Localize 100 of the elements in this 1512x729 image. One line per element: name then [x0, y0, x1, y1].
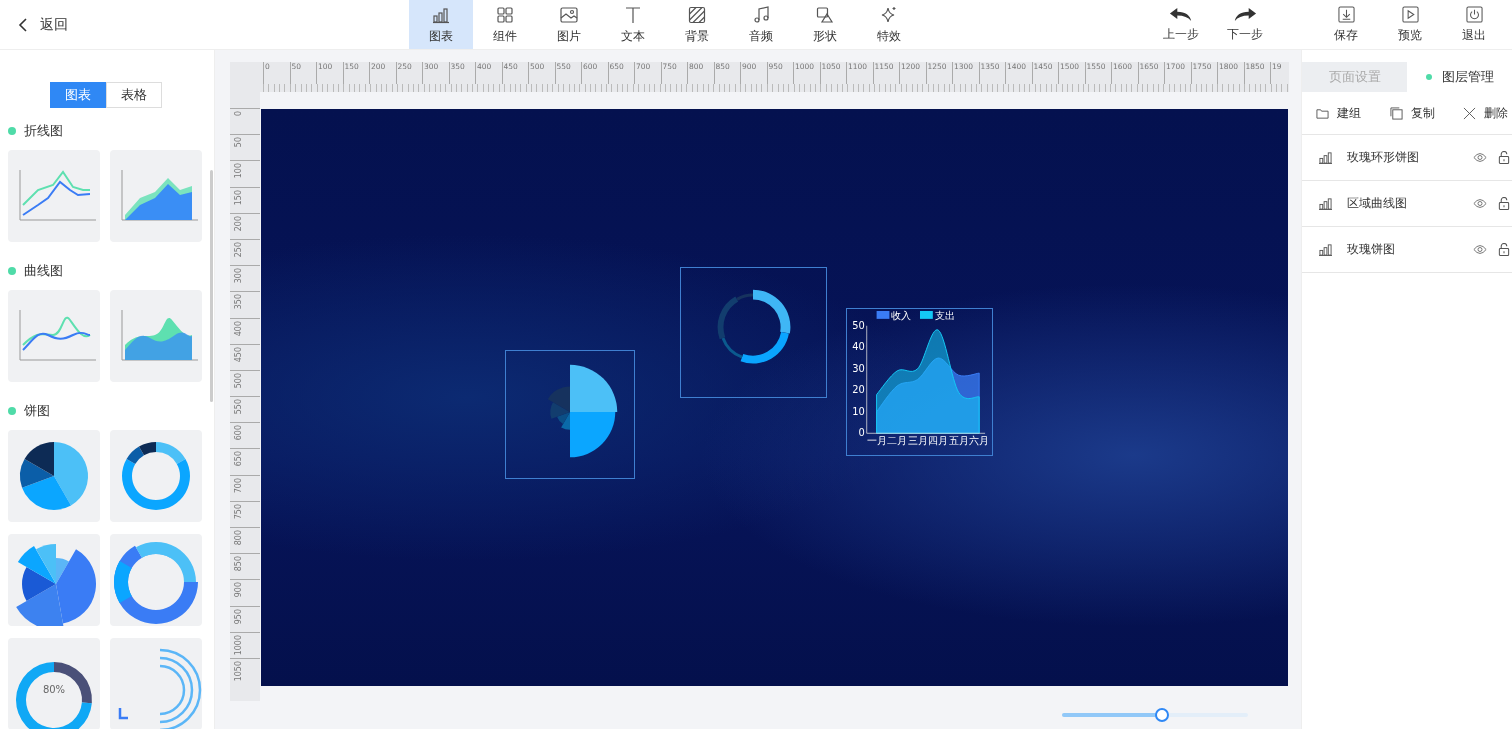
ruler-label: 600 [234, 425, 243, 441]
undo-arrow-icon [1169, 6, 1193, 22]
unlocked-padlock-icon[interactable] [1498, 151, 1510, 164]
ruler-label: 500 [234, 372, 243, 389]
redo-arrow-icon [1233, 6, 1257, 22]
axis-tick-label: 40 [852, 341, 865, 353]
toolbar-tab[interactable]: 背景 [665, 0, 729, 49]
unlocked-padlock-icon[interactable] [1498, 197, 1510, 210]
layer-action-button[interactable]: 建组 [1316, 104, 1361, 122]
scrollbar[interactable] [210, 170, 213, 402]
sparkle-icon [879, 4, 899, 25]
ruler-label: 150 [234, 189, 243, 205]
axis-tick-label: 10 [852, 405, 865, 417]
eye-icon[interactable] [1473, 152, 1487, 163]
layer-item[interactable]: 区域曲线图 [1302, 181, 1512, 227]
axis-tick-label: 30 [852, 362, 865, 374]
chart-thumbnail[interactable] [8, 534, 100, 626]
unlocked-padlock-icon[interactable] [1498, 243, 1510, 256]
layer-action-button[interactable]: 复制 [1389, 104, 1435, 122]
toolbar-button[interactable]: 预览 [1393, 5, 1427, 44]
ruler-label: 1000 [234, 634, 243, 656]
slider-thumb[interactable] [1154, 708, 1169, 722]
layer-item[interactable]: 玫瑰饼图 [1302, 227, 1512, 273]
chart-thumbnail[interactable] [8, 430, 100, 522]
ruler-label: 850 [234, 556, 243, 572]
ruler-label: 50 [234, 137, 243, 148]
ruler-label: 800 [234, 530, 243, 546]
bullet-dot-icon [8, 127, 16, 135]
library-tab[interactable]: 表格 [106, 82, 162, 108]
chart-thumbnail[interactable] [8, 150, 100, 242]
folder-icon [1316, 106, 1329, 120]
ruler-label: 550 [234, 399, 243, 415]
bullet-dot-icon [8, 267, 16, 275]
bar-chart-icon [1318, 243, 1333, 256]
axis-tick-label: 一月 [866, 435, 887, 447]
library-tab[interactable]: 图表 [50, 82, 106, 108]
ruler-label: 0 [234, 111, 243, 117]
layer-action-button[interactable]: 删除 [1463, 104, 1508, 122]
layer-item[interactable]: 玫瑰环形饼图 [1302, 135, 1512, 181]
axis-tick-label: 50 [852, 319, 865, 331]
toolbar-tab[interactable]: 音频 [729, 0, 793, 49]
ruler-label: 400 [234, 320, 243, 336]
axis-tick-label: 0 [858, 427, 865, 439]
eye-icon[interactable] [1473, 244, 1487, 255]
ruler-label: 300 [234, 268, 243, 284]
section-title: 折线图 [24, 122, 63, 140]
chart-thumbnail[interactable] [110, 430, 202, 522]
chart-thumbnail[interactable]: 80% [8, 638, 100, 729]
ruler-label: 650 [234, 451, 243, 467]
toolbar-tab[interactable]: 特效 [857, 0, 921, 49]
chart-thumbnail[interactable] [8, 290, 100, 382]
back-button[interactable]: 返回 [0, 0, 409, 49]
toolbar-tab[interactable]: 形状 [793, 0, 857, 49]
toolbar-tab[interactable]: 文本 [601, 0, 665, 49]
music-note-icon [751, 4, 771, 25]
chart-thumbnail[interactable] [110, 290, 202, 382]
play-icon [1401, 5, 1419, 23]
ruler-label: 250 [234, 241, 243, 258]
chart-thumbnail[interactable] [110, 638, 202, 729]
copy-icon [1389, 106, 1403, 120]
bullet-dot-icon [8, 407, 16, 415]
close-icon [1463, 106, 1476, 120]
bar-chart-icon [1318, 151, 1333, 164]
section-title: 饼图 [24, 402, 50, 420]
chart-frame[interactable] [505, 350, 635, 479]
chart-thumbnail[interactable] [110, 150, 202, 242]
eye-icon[interactable] [1473, 198, 1487, 209]
toolbar-tab[interactable]: 图片 [537, 0, 601, 49]
axis-tick-label: 20 [852, 384, 865, 396]
text-icon [623, 4, 643, 25]
axis-tick-label: 三月 [907, 435, 928, 447]
axis-tick-label: 六月 [969, 435, 990, 447]
grid-icon [495, 4, 515, 25]
bar-chart-icon [1318, 197, 1333, 210]
toolbar-button[interactable]: 保存 [1329, 5, 1363, 44]
legend-swatch [920, 311, 933, 319]
ruler-label: 350 [234, 294, 243, 310]
download-icon [1337, 5, 1355, 23]
chart-thumbnail[interactable] [110, 534, 202, 626]
chart-frame[interactable] [680, 267, 827, 398]
toolbar-button[interactable]: 退出 [1457, 5, 1491, 44]
axis-tick-label: 四月 [928, 435, 949, 447]
axis-tick-label: 二月 [887, 435, 908, 447]
section-title: 曲线图 [24, 262, 63, 280]
chevron-left-icon [18, 17, 28, 32]
toolbar-tab[interactable]: 图表 [409, 0, 473, 49]
history-button[interactable]: 上一步 [1159, 6, 1203, 43]
area-chart[interactable]: 收入 支出 0 10 20 30 40 50 一月二月 三月 四月 五月六月 [846, 308, 993, 456]
ruler-label: 450 [234, 346, 243, 362]
toolbar-tab[interactable]: 组件 [473, 0, 537, 49]
ruler-label: 1050 [234, 660, 243, 682]
history-button[interactable]: 下一步 [1223, 6, 1267, 43]
ruler-label: 900 [234, 582, 243, 598]
legend-label: 收入 [891, 309, 912, 321]
ruler-label: 750 [234, 503, 243, 520]
ruler-label: 200 [234, 215, 243, 232]
percent-label: 80% [41, 684, 67, 695]
shapes-icon [815, 4, 835, 25]
ruler-label: 950 [234, 608, 243, 624]
ruler-label: 700 [234, 477, 243, 493]
